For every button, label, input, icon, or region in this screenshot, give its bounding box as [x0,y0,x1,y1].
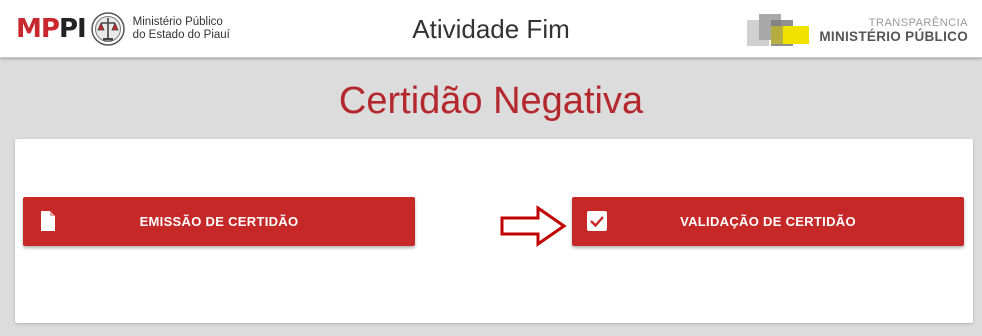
transparency-logo[interactable]: TRANSPARÊNCIA MINISTÉRIO PÚBLICO [745,10,968,50]
document-icon [41,211,55,231]
validacao-label: VALIDAÇÃO DE CERTIDÃO [680,214,856,229]
emissao-label: EMISSÃO DE CERTIDÃO [139,214,299,229]
emissao-certidao-button[interactable]: EMISSÃO DE CERTIDÃO [23,197,415,246]
validacao-certidao-button[interactable]: VALIDAÇÃO DE CERTIDÃO [572,197,964,246]
transparency-icon [747,14,810,46]
top-header: MPPI Ministério Público do Estado do Pia… [0,0,982,58]
page-title: Certidão Negativa [338,80,644,122]
transparency-top: TRANSPARÊNCIA [868,17,968,29]
arrow-right-icon [500,205,567,247]
checkbox-icon [587,211,607,231]
transparency-text: TRANSPARÊNCIA MINISTÉRIO PÚBLICO [819,16,968,44]
transparency-bottom: MINISTÉRIO PÚBLICO [819,29,968,44]
